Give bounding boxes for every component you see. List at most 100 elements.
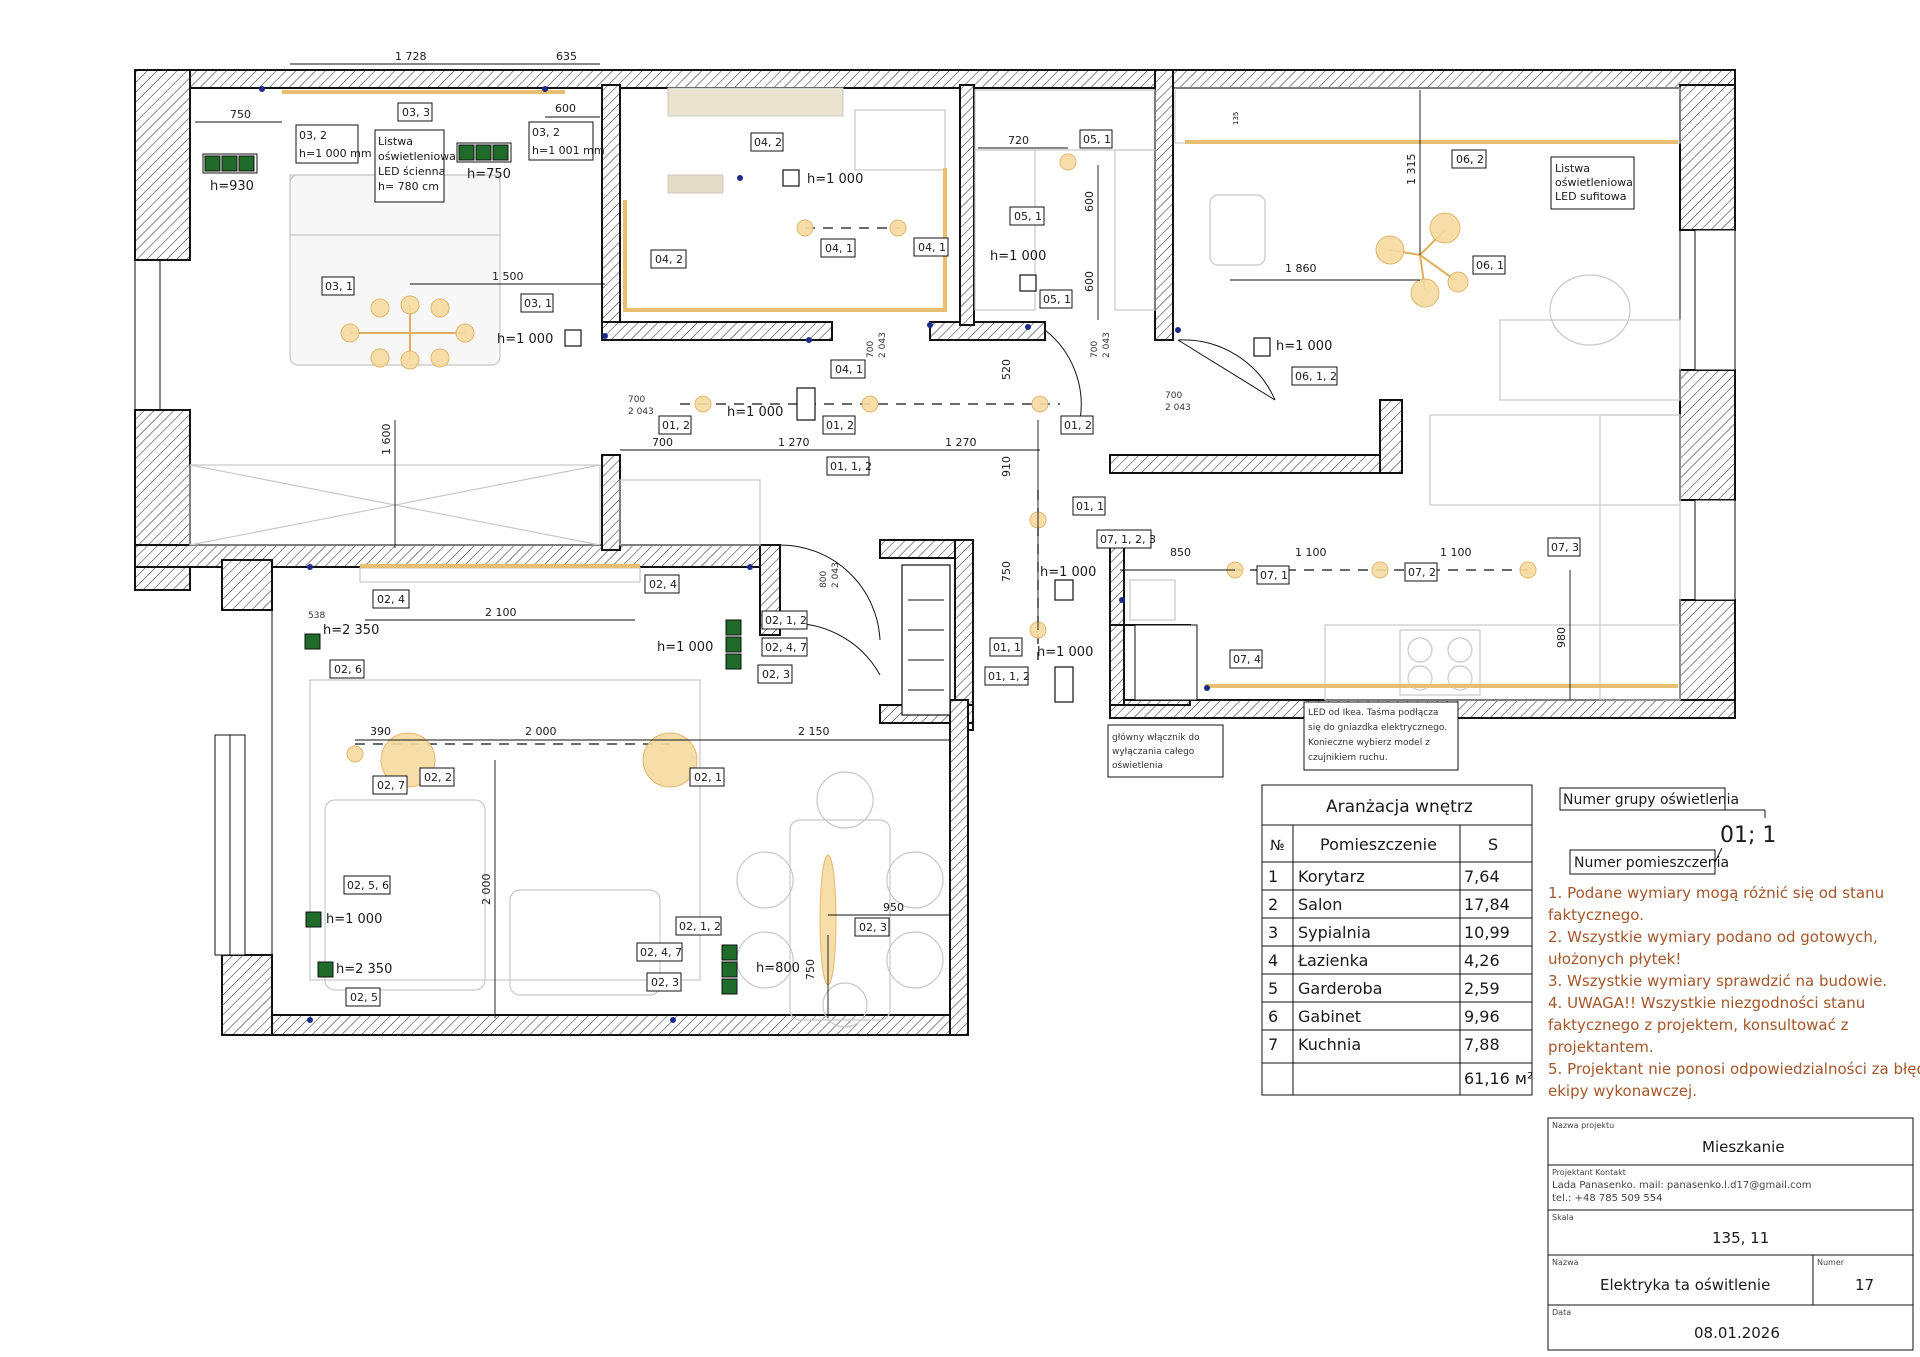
main-switch-l2: wyłączania całego <box>1112 747 1195 757</box>
wall-living-right <box>949 699 969 1036</box>
switch-hall-left <box>796 387 816 421</box>
dim-2150: 2 150 <box>798 725 830 738</box>
room-row-number: 1 <box>1268 867 1278 886</box>
room-row-number: 2 <box>1268 895 1278 914</box>
rooms-table: Aranżacja wnętrz № Pomieszczenie S 1 Kory… <box>1261 784 1533 1096</box>
legend: Numer grupy oświetlenia 01; 1 Numer pomi… <box>1559 787 1776 875</box>
dim-2100: 2 100 <box>485 606 517 619</box>
closet-shelves <box>974 89 1156 151</box>
wall-right-mid <box>1679 369 1736 501</box>
dim-750: 750 <box>230 108 251 121</box>
tag-04-2: 04, 2 <box>754 136 782 149</box>
tag-02-3-c: 02, 3 <box>651 976 679 989</box>
tag-02-7: 02, 7 <box>377 779 405 792</box>
tag-02-2: 02, 2 <box>424 771 452 784</box>
dim-700-s: 700 <box>628 395 645 405</box>
dim-700-v: 700 <box>1165 391 1182 401</box>
room-row-area: 17,84 <box>1464 895 1510 914</box>
tb-number: 17 <box>1855 1276 1874 1294</box>
tag-06-1: 06, 1 <box>1476 259 1504 272</box>
tb-phone: tel.: +48 785 509 554 <box>1552 1193 1662 1204</box>
switch-living-door <box>725 619 742 670</box>
tb-scale-label: Skala <box>1552 1213 1574 1222</box>
room-row-name: Salon <box>1298 895 1342 914</box>
tag-02-4-7: 02, 4, 7 <box>765 641 807 654</box>
legend-example: 01; 1 <box>1720 823 1776 848</box>
wall-left-upper <box>134 69 191 261</box>
lamp-living-pendant-2 <box>642 732 698 788</box>
tag-05-1-c: 05, 1 <box>1043 293 1071 306</box>
tag-02-4-b: 02, 4 <box>649 578 677 591</box>
tb-scale: 135, 11 <box>1712 1229 1769 1247</box>
title-block: Nazwa projektu Mieszkanie Projektant Kon… <box>1547 1117 1914 1351</box>
room-row-number: 3 <box>1268 923 1278 942</box>
dim-700: 700 <box>652 436 673 449</box>
note-line: ekipy wykonawczej. <box>1548 1082 1697 1100</box>
dim-1500: 1 500 <box>492 270 524 283</box>
tb-name: Elektryka ta oświtlenie <box>1600 1276 1770 1294</box>
dim-910: 910 <box>1000 456 1013 477</box>
dim-390: 390 <box>370 725 391 738</box>
rooms-table-header-no: № <box>1270 838 1285 854</box>
listwa-wall-l1: Listwa <box>378 135 413 148</box>
led-ikea-l2: się do gniazdka elektrycznego. <box>1308 723 1447 733</box>
tag-01-1-b: 01, 1 <box>993 641 1021 654</box>
wall-top <box>134 69 1736 89</box>
height-1000-study: h=1 000 <box>1276 339 1332 354</box>
dim-2000-a: 2 000 <box>525 725 557 738</box>
dim-1270-b: 1 270 <box>945 436 977 449</box>
dim-520: 520 <box>1000 359 1013 380</box>
dim-700-u: 700 <box>1090 341 1100 358</box>
switch-living-left <box>305 911 322 928</box>
tag-05-1-b: 05, 1 <box>1014 210 1042 223</box>
switch-office <box>782 169 800 187</box>
tag-05-1-a: 05, 1 <box>1083 133 1111 146</box>
listwa-wall-l3: LED ścienna <box>378 165 445 178</box>
tag-04-1-a: 04, 1 <box>825 242 853 255</box>
lamp-office-2 <box>889 219 907 237</box>
wall-kitchen-stub <box>1379 399 1403 474</box>
tag-02-1-2-b: 02, 1, 2 <box>679 920 721 933</box>
legend-room-label: Numer pomieszczenia <box>1574 855 1729 871</box>
tag-02-4-7-b: 02, 4, 7 <box>640 946 682 959</box>
dim-2000-b: 2 000 <box>480 874 493 906</box>
lamp-office-1 <box>796 219 814 237</box>
switch-living-bottom <box>317 961 334 978</box>
dim-750-b: 750 <box>1000 561 1013 582</box>
dim-1315: 1 315 <box>1405 154 1418 186</box>
rooms-table-title: Aranżacja wnętrz <box>1326 797 1473 817</box>
switch-closet <box>1019 274 1037 292</box>
switch-study <box>1253 337 1271 357</box>
note-line: 3. Wszystkie wymiary sprawdzić na budowi… <box>1548 972 1887 990</box>
tag-01-2-c: 01, 2 <box>1064 419 1092 432</box>
dim-538: 538 <box>308 611 325 621</box>
rug <box>309 679 701 981</box>
window-kitchen <box>1694 499 1736 601</box>
lamp-closet <box>1059 153 1077 171</box>
tb-project-name: Mieszkanie <box>1702 1138 1785 1156</box>
tag-02-4-a: 02, 4 <box>377 593 405 606</box>
dim-600-b: 600 <box>1083 191 1096 212</box>
window-study <box>1694 229 1736 371</box>
dim-1270-a: 1 270 <box>778 436 810 449</box>
room-row-name: Łazienka <box>1297 951 1368 970</box>
listwa-ceiling-l3: LED sufitowa <box>1555 190 1626 203</box>
wall-office-bottom <box>601 321 833 341</box>
notes: 1. Podane wymiary mogą różnić się od sta… <box>1548 884 1920 1100</box>
doors <box>774 329 1276 676</box>
dim-700-t: 700 <box>866 341 876 358</box>
wall-kitchen-partition <box>1109 454 1401 474</box>
main-switch-l3: oświetlenia <box>1112 760 1163 771</box>
switch-living-top <box>304 633 321 650</box>
listwa-ceiling-l1: Listwa <box>1555 162 1590 175</box>
dim-600: 600 <box>555 102 576 115</box>
dim-720: 720 <box>1008 134 1029 147</box>
main-switch-l1: główny włącznik do <box>1112 732 1200 743</box>
height-1000-closet: h=1 000 <box>990 249 1046 264</box>
callout-03-2-b-l2: h=1 001 mm <box>532 144 605 157</box>
dim-600-c: 600 <box>1083 271 1096 292</box>
height-750: h=750 <box>467 167 511 182</box>
desk-office <box>854 109 946 171</box>
legend-group-label: Numer grupy oświetlenia <box>1563 792 1739 808</box>
note-line: 4. UWAGA!! Wszystkie niezgodności stanu <box>1548 994 1865 1012</box>
